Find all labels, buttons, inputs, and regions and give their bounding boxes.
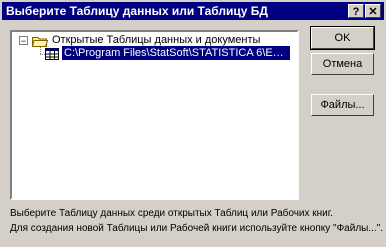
help-button[interactable]: ? (348, 4, 364, 18)
tree-connector (40, 47, 41, 54)
cancel-button[interactable]: Отмена (311, 53, 374, 75)
hint-text-1: Выберите Таблицу данных среди открытых Т… (10, 208, 333, 219)
datasheet-icon (45, 48, 59, 60)
dialog-window: Выберите Таблицу данных или Таблицу БД ?… (0, 0, 386, 247)
hint-text-2: Для создания новой Таблицы или Рабочей к… (10, 223, 384, 234)
ok-button[interactable]: OK (310, 26, 375, 50)
selected-datafile-item[interactable]: C:\Program Files\StatSoft\STATISTICA 6\E… (62, 46, 290, 60)
close-button[interactable]: ✕ (365, 4, 381, 18)
dialog-title: Выберите Таблицу данных или Таблицу БД (6, 4, 268, 18)
tree-root-label[interactable]: Открытые Таблицы данных и документы (52, 34, 260, 46)
source-tree[interactable]: − Открытые Таблицы данных и документы C:… (10, 30, 299, 200)
collapse-toggle[interactable]: − (19, 36, 28, 46)
title-bar[interactable]: Выберите Таблицу данных или Таблицу БД ?… (2, 2, 384, 20)
files-button[interactable]: Файлы... (311, 94, 374, 116)
open-folder-icon (32, 37, 48, 47)
